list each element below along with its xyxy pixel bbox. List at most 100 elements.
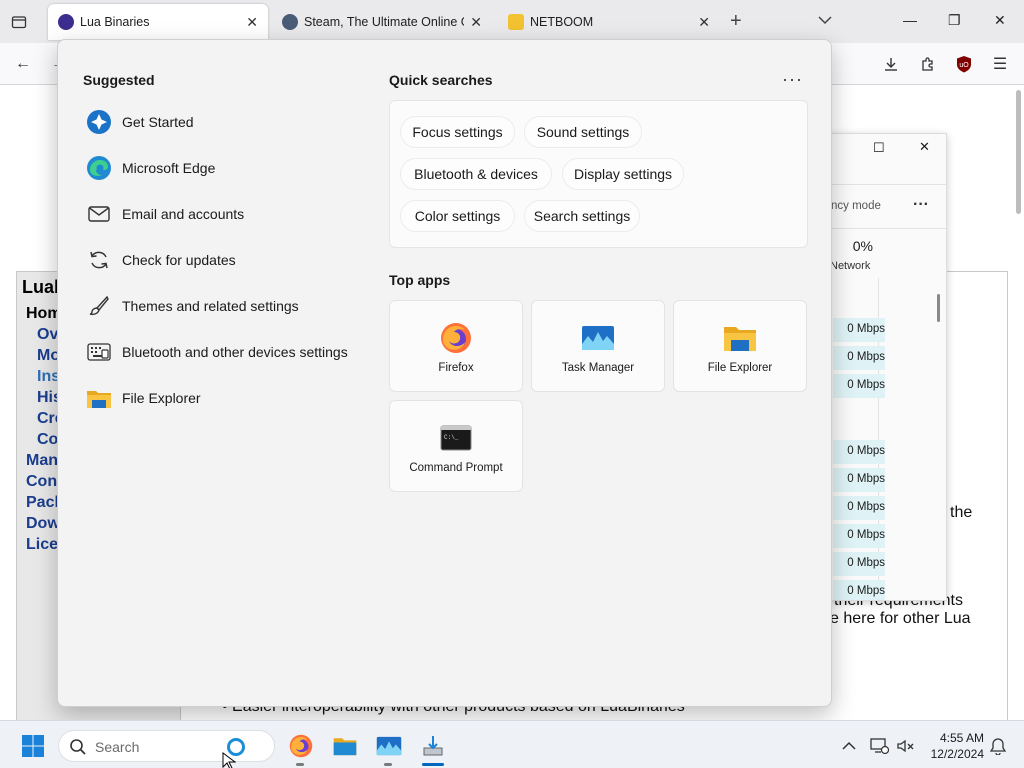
windows-start-icon[interactable] [20,733,46,759]
suggested-item-label: Check for updates [122,252,236,268]
task-manager-scrollbar[interactable] [937,294,940,322]
close-tab-icon[interactable]: ✕ [246,14,258,31]
network-cell: 0 Mbps [833,318,885,342]
mail-icon [86,201,112,227]
taskbar: Search 4:55 AM 12/2/2024 [0,720,1024,768]
tab-list-icon[interactable] [8,11,30,33]
system-clock[interactable]: 4:55 AM 12/2/2024 [920,730,984,762]
tab-netboom[interactable]: NETBOOM ✕ [498,4,720,40]
network-cell: 0 Mbps [833,468,885,492]
netboom-favicon-icon [508,14,524,30]
suggested-item-edge[interactable]: Microsoft Edge [86,148,366,188]
tab-lua-binaries[interactable]: Lua Binaries ✕ [48,4,268,40]
page-text: the [950,504,973,521]
task-manager-window: ☐ ✕ ncy mode ··· 0% Network 0 Mbps 0 Mbp… [826,133,948,601]
nav-link[interactable]: Dow [26,515,60,533]
tab-title: Steam, The Ultimate Online Ga [304,15,464,29]
command-prompt-icon: C:\_ [439,421,473,455]
taskbar-search-input[interactable]: Search [58,730,275,762]
chevron-down-icon[interactable] [818,12,832,30]
minimize-icon[interactable]: — [903,12,917,28]
quick-search-chip[interactable]: Color settings [400,200,515,232]
taskbar-firefox-icon[interactable] [288,733,314,759]
suggested-item-updates[interactable]: Check for updates [86,240,366,280]
top-app-firefox[interactable]: Firefox [389,300,523,392]
suggested-item-get-started[interactable]: Get Started [86,102,366,142]
quick-search-chip[interactable]: Display settings [562,158,684,190]
more-options-icon[interactable]: ··· [782,69,803,90]
page-scrollbar[interactable] [1016,90,1021,214]
suggested-item-themes[interactable]: Themes and related settings [86,286,366,326]
notifications-bell-icon[interactable] [985,733,1011,759]
nav-link[interactable]: Lice [26,536,58,554]
taskbar-task-manager-icon[interactable] [376,733,402,759]
menu-icon[interactable]: ☰ [991,55,1009,73]
network-cell: 0 Mbps [833,552,885,576]
suggested-item-email[interactable]: Email and accounts [86,194,366,234]
top-app-label: File Explorer [707,362,773,374]
folder-icon [86,385,112,411]
start-menu: Suggested Get Started Microsoft Edge Ema… [57,39,832,707]
clock-date: 12/2/2024 [930,747,984,761]
nav-link[interactable]: Man [26,452,58,470]
svg-text:C:\_: C:\_ [444,434,459,441]
back-icon[interactable]: ← [14,55,32,73]
network-cell: 0 Mbps [833,524,885,548]
svg-text:uO: uO [959,62,969,69]
network-column-header[interactable]: Network [830,260,870,272]
network-icon[interactable] [866,733,892,759]
nav-link[interactable]: Co [37,431,58,449]
suggested-item-bluetooth[interactable]: Bluetooth and other devices settings [86,332,386,372]
maximize-icon[interactable]: ❐ [948,12,961,29]
network-cell: 0 Mbps [833,580,885,600]
quick-searches-title: Quick searches [389,72,493,88]
suggested-item-label: Get Started [122,114,194,130]
maximize-icon[interactable]: ☐ [873,140,885,156]
download-icon[interactable] [882,55,900,73]
brush-icon [86,293,112,319]
network-cell: 0 Mbps [833,440,885,464]
quick-search-chip[interactable]: Sound settings [524,116,642,148]
quick-search-chip[interactable]: Focus settings [400,116,515,148]
suggested-item-label: File Explorer [122,390,201,406]
divider [827,184,948,185]
suggested-item-file-explorer[interactable]: File Explorer [86,378,366,418]
refresh-icon [86,247,112,273]
network-cell: 0 Mbps [833,496,885,520]
page-text: e here for other Lua [830,610,971,627]
active-indicator [422,763,444,766]
nav-link[interactable]: Ov [37,326,58,344]
efficiency-mode-label[interactable]: ncy mode [831,200,881,212]
firefox-icon [439,321,473,355]
chevron-up-icon[interactable] [836,733,862,759]
ublock-icon[interactable]: uO [955,55,973,73]
quick-search-chip[interactable]: Bluetooth & devices [400,158,552,190]
top-app-task-manager[interactable]: Task Manager [531,300,665,392]
new-tab-icon[interactable]: + [730,10,742,33]
tab-title: NETBOOM [530,15,594,29]
close-window-icon[interactable]: ✕ [919,139,930,155]
close-tab-icon[interactable]: ✕ [470,14,482,31]
top-app-label: Firefox [438,362,474,374]
tab-steam[interactable]: Steam, The Ultimate Online Ga ✕ [272,4,492,40]
taskbar-file-explorer-icon[interactable] [332,733,358,759]
running-indicator [296,763,304,766]
top-app-file-explorer[interactable]: File Explorer [673,300,807,392]
close-tab-icon[interactable]: ✕ [698,14,710,31]
suggested-item-label: Email and accounts [122,206,245,222]
tab-title: Lua Binaries [80,15,150,29]
close-window-icon[interactable]: ✕ [994,12,1006,29]
search-icon [69,738,87,761]
clock-time: 4:55 AM [939,731,984,745]
more-options-icon[interactable]: ··· [913,196,929,214]
network-percent: 0% [852,238,873,254]
quick-search-chip[interactable]: Search settings [524,200,640,232]
suggested-item-label: Themes and related settings [122,298,299,314]
taskbar-installer-icon[interactable] [420,733,446,759]
top-app-command-prompt[interactable]: C:\_ Command Prompt [389,400,523,492]
running-indicator [384,763,392,766]
extensions-icon[interactable] [919,55,937,73]
network-cell: 0 Mbps [833,374,885,398]
suggested-item-label: Bluetooth and other devices settings [122,344,348,360]
volume-muted-icon[interactable] [892,733,918,759]
